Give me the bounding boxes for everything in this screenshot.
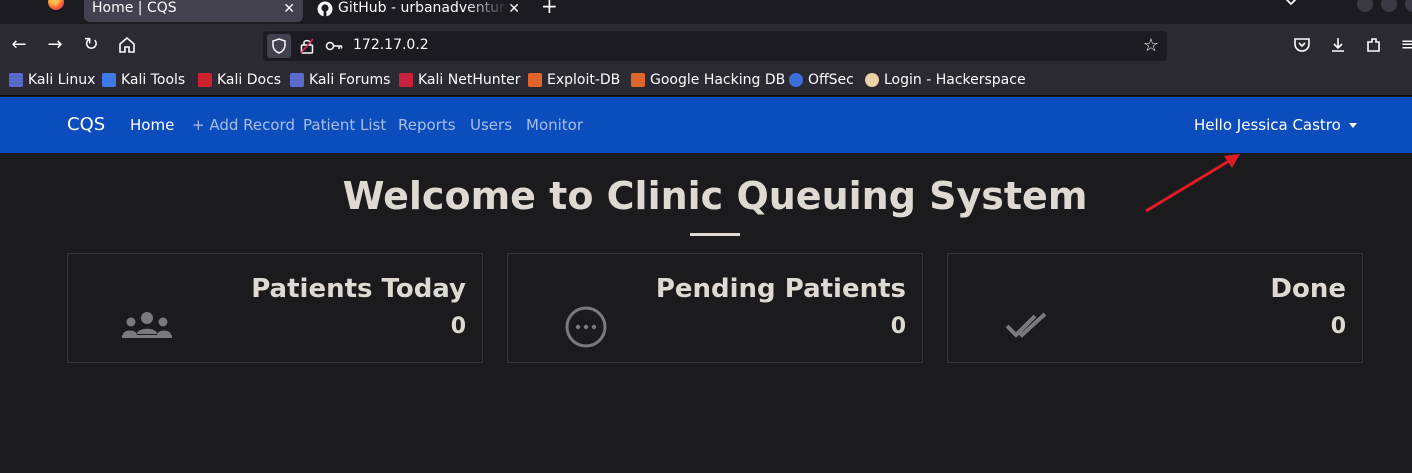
app-navbar: CQS Home + Add Record Patient List Repor… bbox=[0, 97, 1412, 153]
nav-home[interactable]: Home bbox=[130, 116, 174, 134]
maximize-button[interactable] bbox=[1381, 0, 1397, 12]
kali-tools-icon bbox=[102, 73, 116, 87]
bookmark-kali-docs[interactable]: Kali Docs bbox=[198, 72, 281, 88]
nav-users[interactable]: Users bbox=[470, 116, 512, 134]
bookmark-label: Google Hacking DB bbox=[650, 72, 786, 88]
brand-logo[interactable]: CQS bbox=[67, 114, 105, 135]
tab-strip: Home | CQS ✕ GitHub - urbanadventurer ✕ … bbox=[0, 0, 1412, 24]
pocket-icon[interactable] bbox=[1292, 35, 1312, 55]
close-icon[interactable]: ✕ bbox=[283, 1, 295, 17]
nav-monitor[interactable]: Monitor bbox=[526, 116, 583, 134]
tab-github[interactable]: GitHub - urbanadventurer ✕ bbox=[308, 0, 528, 22]
bookmark-kali-tools[interactable]: Kali Tools bbox=[102, 72, 185, 88]
nav-reports[interactable]: Reports bbox=[398, 116, 456, 134]
bookmark-exploit-db[interactable]: Exploit-DB bbox=[528, 72, 620, 88]
users-group-icon bbox=[122, 312, 172, 338]
bookmark-login-hackerspace[interactable]: Login - Hackerspace bbox=[865, 72, 1026, 88]
url-text[interactable]: 172.17.0.2 bbox=[353, 37, 429, 53]
card-value: 0 bbox=[450, 314, 466, 339]
back-icon[interactable]: ← bbox=[9, 35, 29, 55]
github-icon bbox=[317, 1, 333, 17]
bookmark-star-icon[interactable]: ☆ bbox=[1143, 35, 1159, 56]
chevron-down-icon[interactable] bbox=[1283, 0, 1299, 8]
bookmark-kali-nethunter[interactable]: Kali NetHunter bbox=[399, 72, 520, 88]
user-dropdown[interactable]: Hello Jessica Castro bbox=[1194, 116, 1357, 134]
kali-dragon-icon bbox=[9, 73, 23, 87]
bookmark-label: Kali Forums bbox=[309, 72, 391, 88]
card-value: 0 bbox=[890, 314, 906, 339]
exploit-db-icon bbox=[631, 73, 645, 87]
bookmark-label: OffSec bbox=[808, 72, 854, 88]
nav-patient-list[interactable]: Patient List bbox=[303, 116, 386, 134]
bookmark-kali-linux[interactable]: Kali Linux bbox=[9, 72, 95, 88]
extensions-icon[interactable] bbox=[1364, 35, 1384, 55]
card-label: Patients Today bbox=[251, 274, 466, 304]
insecure-lock-icon[interactable] bbox=[300, 38, 314, 54]
caret-down-icon bbox=[1348, 123, 1357, 128]
card-label: Done bbox=[1270, 274, 1346, 304]
card-value: 0 bbox=[1330, 314, 1346, 339]
bookmark-label: Kali Docs bbox=[217, 72, 282, 88]
close-window-button[interactable] bbox=[1405, 0, 1412, 12]
bookmark-label: Exploit-DB bbox=[547, 72, 621, 88]
ellipsis-circle-icon bbox=[565, 306, 607, 348]
downloads-icon[interactable] bbox=[1328, 35, 1348, 55]
bookmark-google-hacking-db[interactable]: Google Hacking DB bbox=[631, 72, 785, 88]
bookmark-kali-forums[interactable]: Kali Forums bbox=[290, 72, 390, 88]
card-label: Pending Patients bbox=[655, 274, 906, 304]
minimize-button[interactable] bbox=[1357, 0, 1373, 12]
close-icon[interactable]: ✕ bbox=[508, 1, 520, 17]
exploit-db-icon bbox=[528, 73, 542, 87]
bookmark-label: Kali Linux bbox=[28, 72, 96, 88]
card-done: Done 0 bbox=[947, 253, 1363, 363]
tab-title: GitHub - urbanadventurer bbox=[338, 0, 508, 16]
tracking-protection-icon[interactable] bbox=[267, 34, 291, 58]
bookmark-offsec[interactable]: OffSec bbox=[789, 72, 854, 88]
kali-docs-icon bbox=[198, 73, 212, 87]
kali-dragon-icon bbox=[290, 73, 304, 87]
double-check-icon bbox=[1005, 312, 1047, 338]
menu-icon[interactable]: ≡ bbox=[1398, 35, 1412, 55]
tab-home-cqs[interactable]: Home | CQS ✕ bbox=[84, 0, 303, 22]
offsec-icon bbox=[789, 73, 803, 87]
tab-title: Home | CQS bbox=[92, 0, 177, 16]
bookmark-label: Kali NetHunter bbox=[418, 72, 521, 88]
title-divider bbox=[690, 233, 740, 236]
card-pending-patients: Pending Patients 0 bbox=[507, 253, 923, 363]
forward-icon[interactable]: → bbox=[45, 35, 65, 55]
user-greeting: Hello Jessica Castro bbox=[1194, 116, 1341, 134]
nav-add-record[interactable]: + Add Record bbox=[192, 116, 295, 134]
red-arrow-annotation bbox=[1145, 154, 1240, 213]
firefox-icon[interactable] bbox=[48, 0, 64, 10]
key-icon[interactable] bbox=[325, 40, 343, 52]
bookmark-label: Login - Hackerspace bbox=[884, 72, 1026, 88]
bookmark-label: Kali Tools bbox=[121, 72, 186, 88]
hackerspace-icon bbox=[865, 73, 879, 87]
home-icon[interactable] bbox=[117, 35, 137, 55]
url-bar[interactable]: 172.17.0.2 ☆ bbox=[263, 31, 1167, 61]
bookmarks-bar: Kali Linux Kali Tools Kali Docs Kali For… bbox=[0, 66, 1412, 96]
new-tab-icon[interactable]: + bbox=[541, 0, 558, 18]
nethunter-icon bbox=[399, 73, 413, 87]
reload-icon[interactable]: ↻ bbox=[81, 35, 101, 55]
card-patients-today: Patients Today 0 bbox=[67, 253, 483, 363]
browser-toolbar: ← → ↻ 172.17.0.2 ☆ ≡ bbox=[0, 24, 1412, 66]
